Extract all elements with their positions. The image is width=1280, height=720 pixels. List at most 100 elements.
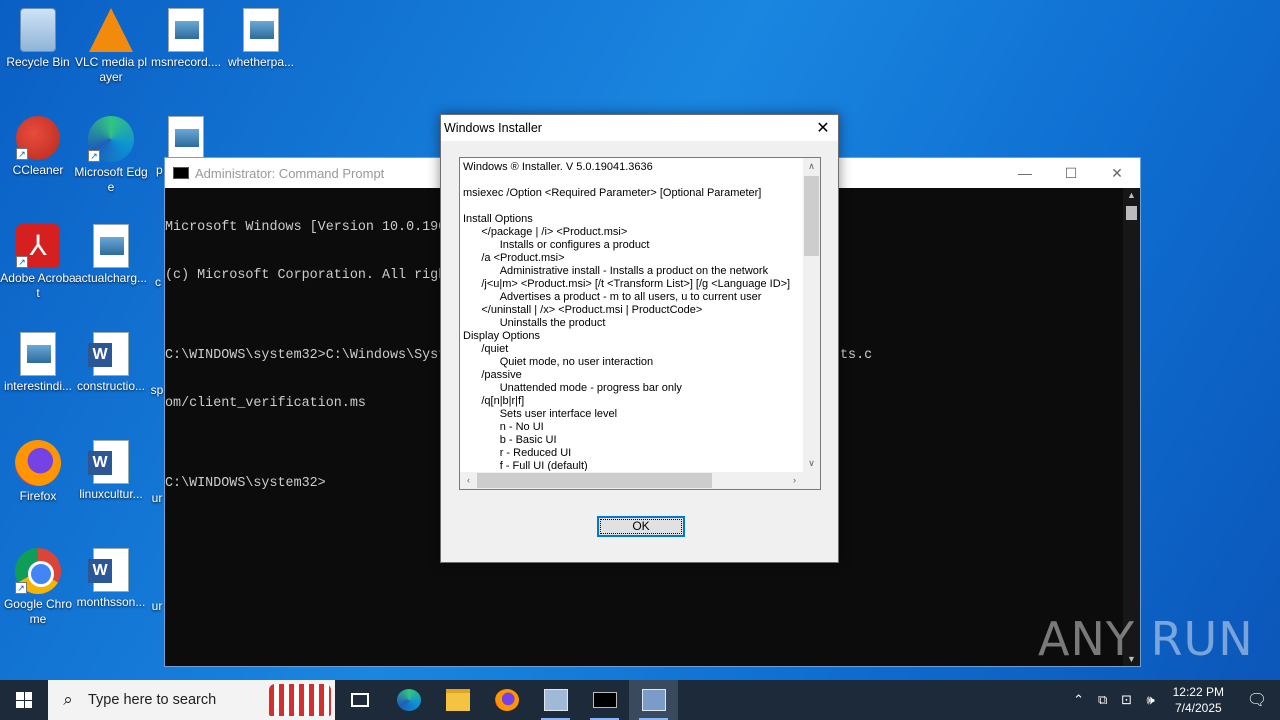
dialog-title: Windows Installer	[444, 121, 542, 135]
notification-icon[interactable]: 🗨	[1234, 690, 1280, 710]
desktop-icon-whetherpa[interactable]: whetherpa...	[223, 8, 299, 70]
desktop-icon-constructio[interactable]: constructio...	[73, 332, 149, 394]
desktop-icon-recycle-bin[interactable]: Recycle Bin	[0, 8, 76, 70]
taskbar-windows-installer[interactable]	[629, 680, 678, 720]
scroll-thumb[interactable]	[804, 176, 819, 256]
volume-icon[interactable]: 🕪	[1139, 692, 1163, 708]
chrome-icon: ↗	[15, 548, 61, 594]
clock-date: 7/4/2025	[1174, 701, 1222, 715]
firefox-icon	[494, 689, 519, 711]
chevron-down-icon[interactable]: ∨	[803, 455, 820, 472]
desktop-icon-label: linuxcultur...	[79, 487, 143, 501]
recycle-bin-icon	[20, 8, 56, 52]
watermark: ANY RUN	[1038, 612, 1254, 666]
taskbar-file-explorer[interactable]	[433, 680, 482, 720]
desktop-icon-linuxcultur[interactable]: linuxcultur...	[73, 440, 149, 502]
command-prompt-icon	[173, 167, 189, 179]
taskbar-firefox[interactable]	[482, 680, 531, 720]
cmd-title: Administrator: Command Prompt	[195, 165, 385, 181]
cmd-scrollbar[interactable]: ▲ ▼	[1123, 188, 1140, 666]
desktop-icon-monthsson[interactable]: monthsson...	[73, 548, 149, 610]
windows-installer-icon	[641, 689, 666, 711]
chevron-right-icon[interactable]: ›	[786, 472, 803, 489]
vlc-icon	[89, 8, 133, 52]
minimize-button[interactable]: —	[1002, 165, 1048, 182]
taskbar-command-prompt[interactable]	[580, 680, 629, 720]
desktop-icon-ccleaner[interactable]: ↗ CCleaner	[0, 116, 76, 178]
desktop-icon-label: Firefox	[19, 489, 57, 503]
vertical-scrollbar[interactable]: ∧ ∨	[803, 158, 820, 472]
network-icon[interactable]: ⊡	[1115, 692, 1139, 708]
chevron-up-icon[interactable]: ∧	[803, 158, 820, 175]
desktop-icon-label: msnrecord....	[150, 55, 222, 69]
desktop-icon-msnrecord[interactable]: msnrecord....	[148, 8, 224, 70]
installer-package-icon	[543, 689, 568, 711]
search-box[interactable]: ⌕ Type here to search	[48, 680, 335, 720]
word-doc-icon	[88, 548, 129, 592]
word-doc-icon	[88, 440, 129, 484]
desktop-icon-label: constructio...	[76, 379, 146, 393]
image-file-icon	[243, 8, 279, 52]
desktop-icon-label: Adobe Acrobat	[0, 271, 76, 300]
desktop-icon-label: whetherpa...	[227, 55, 295, 69]
taskbar: ⌕ Type here to search ⌃ ⧉ ⊡ 🕪 12:22 PM 7…	[0, 680, 1280, 720]
search-icon: ⌕	[63, 690, 73, 709]
search-placeholder: Type here to search	[88, 692, 217, 708]
scroll-thumb[interactable]	[1126, 206, 1137, 220]
meet-now-icon[interactable]: ⧉	[1091, 692, 1115, 708]
windows-logo-icon	[16, 692, 32, 708]
file-icon	[149, 332, 165, 380]
desktop-icon-label: actualcharg...	[74, 271, 148, 285]
image-file-icon	[168, 8, 204, 52]
taskbar-edge[interactable]	[384, 680, 433, 720]
chevron-left-icon[interactable]: ‹	[460, 472, 477, 489]
file-icon	[149, 548, 165, 596]
clock-time: 12:22 PM	[1172, 685, 1224, 699]
edge-icon	[396, 689, 421, 711]
usage-text-box[interactable]: Windows ® Installer. V 5.0.19041.3636 ms…	[459, 157, 821, 490]
desktop-icon-acrobat[interactable]: ⅄ ↗ Adobe Acrobat	[0, 224, 76, 301]
desktop-icon-label: Google Chrome	[3, 597, 73, 626]
image-file-icon	[20, 332, 56, 376]
image-file-icon	[93, 224, 129, 268]
windows-installer-dialog[interactable]: Windows Installer ✕ Windows ® Installer.…	[440, 114, 839, 563]
desktop-icon-vlc[interactable]: VLC media player	[73, 8, 149, 85]
desktop-icon-label: Recycle Bin	[6, 55, 70, 69]
taskbar-installer-package[interactable]	[531, 680, 580, 720]
desktop-icon-label: monthsson...	[76, 595, 146, 609]
scroll-up-arrow-icon[interactable]: ▲	[1123, 190, 1140, 200]
file-icon	[149, 440, 165, 488]
desktop-icon-edge[interactable]: ↗ Microsoft Edge	[73, 116, 149, 195]
task-view-button[interactable]	[335, 680, 384, 720]
acrobat-icon: ⅄ ↗	[16, 224, 60, 268]
chevron-up-icon[interactable]: ⌃	[1067, 692, 1091, 708]
system-tray: ⌃ ⧉ ⊡ 🕪 12:22 PM 7/4/2025 🗨	[1067, 684, 1280, 716]
close-button[interactable]: ✕	[808, 118, 838, 138]
firefox-icon	[15, 440, 61, 486]
image-file-icon	[168, 116, 204, 160]
task-view-icon	[350, 693, 369, 707]
desktop-icon-actualcharg[interactable]: actualcharg...	[73, 224, 149, 286]
ok-button[interactable]: OK	[597, 516, 685, 537]
scroll-thumb[interactable]	[477, 473, 712, 488]
maximize-button[interactable]: ☐	[1048, 165, 1094, 182]
search-highlight-icon	[269, 684, 331, 716]
desktop-icon-firefox[interactable]: Firefox	[0, 440, 76, 504]
scroll-corner	[803, 472, 820, 489]
desktop-icon-label: CCleaner	[12, 163, 64, 177]
clock[interactable]: 12:22 PM 7/4/2025	[1163, 684, 1234, 716]
desktop-icon-label: VLC media player	[74, 55, 148, 84]
ccleaner-icon: ↗	[16, 116, 60, 160]
desktop-icon-label: interestindi...	[3, 379, 73, 393]
word-doc-icon	[88, 332, 129, 376]
horizontal-scrollbar[interactable]: ‹ ›	[460, 472, 803, 489]
file-explorer-icon	[445, 689, 470, 711]
close-button[interactable]: ✕	[1094, 165, 1140, 182]
start-button[interactable]	[0, 680, 48, 720]
usage-text: Windows ® Installer. V 5.0.19041.3636 ms…	[463, 161, 791, 471]
dialog-title-bar[interactable]: Windows Installer ✕	[441, 115, 838, 141]
desktop-icon-interestindi[interactable]: interestindi...	[0, 332, 76, 394]
desktop-icon-label: Microsoft Edge	[74, 165, 148, 194]
edge-icon: ↗	[88, 116, 134, 162]
desktop-icon-chrome[interactable]: ↗ Google Chrome	[0, 548, 76, 627]
